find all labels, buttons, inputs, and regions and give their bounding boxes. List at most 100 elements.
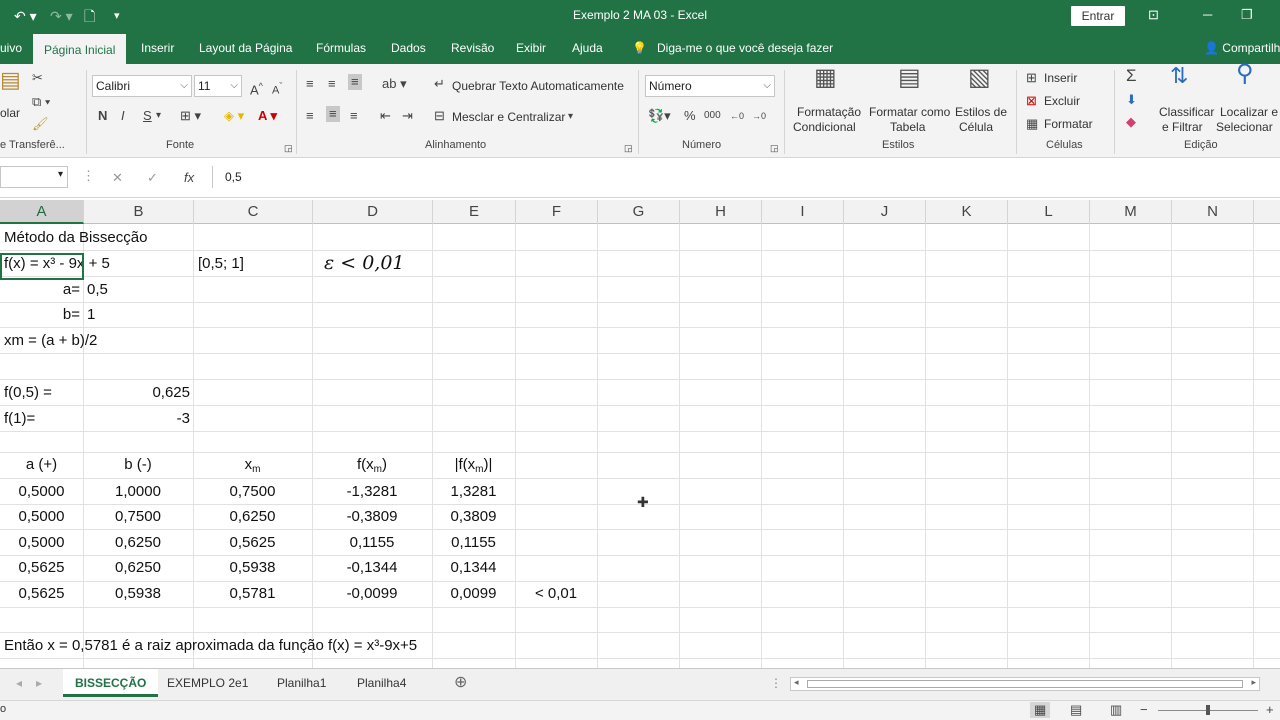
number-format-select[interactable]: Número ⌵ bbox=[645, 75, 775, 97]
percent-button[interactable]: % bbox=[684, 108, 696, 124]
delete-cells-button[interactable]: Excluir bbox=[1044, 94, 1080, 108]
tab-file[interactable]: uivo bbox=[0, 32, 22, 64]
scroll-right-icon[interactable]: ▸ bbox=[1251, 677, 1256, 688]
table-cell[interactable]: 0,5000 bbox=[0, 479, 83, 505]
borders-icon[interactable]: ⊞ ▾ bbox=[180, 108, 201, 124]
scrollbar-thumb[interactable] bbox=[807, 680, 1243, 688]
table-cell[interactable]: 0,6250 bbox=[193, 504, 312, 530]
cancel-icon[interactable]: ✕ bbox=[112, 170, 123, 186]
sheet-tab-planilha4[interactable]: Planilha4 bbox=[357, 669, 406, 697]
zoom-out-icon[interactable]: − bbox=[1140, 702, 1148, 718]
table-cell[interactable]: 0,7500 bbox=[193, 479, 312, 505]
cell-a7[interactable]: f(0,5) = bbox=[4, 380, 52, 406]
cell-b7[interactable]: 0,625 bbox=[87, 380, 190, 406]
table-cell[interactable]: -0,3809 bbox=[312, 504, 432, 530]
table-cell[interactable]: -0,0099 bbox=[312, 581, 432, 607]
cell-b4[interactable]: 1 bbox=[87, 302, 95, 328]
column-header-l[interactable]: L bbox=[1008, 200, 1090, 224]
scroll-sheets-left-icon[interactable]: ◂ bbox=[16, 669, 22, 697]
table-cell[interactable]: 0,1344 bbox=[432, 555, 515, 581]
decrease-decimal-icon[interactable]: →0 bbox=[752, 108, 766, 124]
align-bottom-icon[interactable]: ≡ bbox=[348, 74, 362, 90]
align-right-icon[interactable]: ≡ bbox=[350, 108, 358, 124]
zoom-slider-thumb[interactable] bbox=[1206, 705, 1210, 715]
header-fxm[interactable]: f(xm) bbox=[312, 452, 432, 478]
align-left-icon[interactable]: ≡ bbox=[306, 108, 314, 124]
sheet-tab-exemplo-2e1[interactable]: EXEMPLO 2e1 bbox=[167, 669, 248, 697]
column-header-n[interactable]: N bbox=[1172, 200, 1254, 224]
tab-formulas[interactable]: Fórmulas bbox=[316, 32, 366, 64]
column-header-i[interactable]: I bbox=[762, 200, 844, 224]
column-header-j[interactable]: J bbox=[844, 200, 926, 224]
merge-dropdown-icon[interactable]: ▾ bbox=[568, 109, 573, 125]
table-cell[interactable]: 0,5781 bbox=[193, 581, 312, 607]
scroll-left-icon[interactable]: ◂ bbox=[794, 677, 799, 688]
name-box[interactable]: ▾ bbox=[0, 166, 68, 188]
sign-in-button[interactable]: Entrar bbox=[1071, 6, 1125, 26]
insert-cells-button[interactable]: Inserir bbox=[1044, 71, 1077, 85]
orientation-icon[interactable]: ab ▾ bbox=[382, 76, 407, 92]
tab-home[interactable]: Página Inicial bbox=[33, 32, 127, 64]
align-center-icon[interactable]: ≡ bbox=[326, 106, 340, 122]
find-select-label[interactable]: Localizar e bbox=[1220, 105, 1278, 119]
tab-page-layout[interactable]: Layout da Página bbox=[199, 32, 292, 64]
number-dialog-launcher-icon[interactable]: ◲ bbox=[770, 140, 779, 156]
currency-icon[interactable]: 💱▾ bbox=[648, 108, 671, 124]
cell-c2[interactable]: [0,5; 1] bbox=[198, 251, 244, 277]
increase-decimal-icon[interactable]: ←0 bbox=[730, 108, 744, 124]
column-header-e[interactable]: E bbox=[433, 200, 516, 224]
cell-a5[interactable]: xm = (a + b)/2 bbox=[4, 328, 97, 354]
zoom-in-icon[interactable]: + bbox=[1266, 702, 1274, 718]
cell-b8[interactable]: -3 bbox=[87, 406, 190, 432]
font-dialog-launcher-icon[interactable]: ◲ bbox=[284, 140, 293, 156]
cell-d2-equation[interactable]: ε < 0,01 bbox=[324, 250, 405, 276]
cell-a3[interactable]: a= bbox=[4, 277, 80, 303]
cell-b3[interactable]: 0,5 bbox=[87, 277, 108, 303]
tab-review[interactable]: Revisão bbox=[451, 32, 494, 64]
table-cell[interactable]: 0,5625 bbox=[0, 581, 83, 607]
tab-split-handle[interactable]: ⋮ bbox=[770, 669, 782, 697]
merge-center-button[interactable]: Mesclar e Centralizar bbox=[452, 110, 565, 124]
format-cells-button[interactable]: Formatar bbox=[1044, 117, 1093, 131]
column-header-m[interactable]: M bbox=[1090, 200, 1172, 224]
align-middle-icon[interactable]: ≡ bbox=[328, 76, 336, 92]
cell-a8[interactable]: f(1)= bbox=[4, 406, 35, 432]
minimize-icon[interactable]: ─ bbox=[1203, 7, 1212, 22]
table-cell[interactable]: 0,3809 bbox=[432, 504, 515, 530]
format-painter-icon[interactable]: 🖌 bbox=[32, 116, 49, 132]
align-top-icon[interactable]: ≡ bbox=[306, 76, 314, 92]
table-cell[interactable]: 0,5625 bbox=[193, 530, 312, 556]
sort-filter-label[interactable]: Classificar bbox=[1159, 105, 1214, 119]
underline-button[interactable]: S bbox=[143, 108, 152, 124]
insert-function-icon[interactable]: fx bbox=[184, 170, 194, 186]
sheet-tab-planilha1[interactable]: Planilha1 bbox=[277, 669, 326, 697]
conditional-formatting-label[interactable]: Formatação bbox=[797, 105, 861, 119]
normal-view-icon[interactable]: ▦ bbox=[1030, 702, 1051, 718]
cut-icon[interactable]: ✂ bbox=[32, 70, 43, 86]
table-cell[interactable]: 0,5000 bbox=[0, 530, 83, 556]
column-header-c[interactable]: C bbox=[194, 200, 313, 224]
header-b[interactable]: b (-) bbox=[83, 452, 193, 478]
format-as-table-label[interactable]: Formatar como bbox=[869, 105, 950, 119]
paste-icon[interactable]: ▤ bbox=[0, 69, 21, 91]
restore-icon[interactable]: ❐ bbox=[1241, 7, 1253, 23]
insert-cells-icon[interactable]: ⊞ bbox=[1026, 70, 1037, 86]
increase-indent-icon[interactable]: ⇥ bbox=[402, 108, 413, 124]
ribbon-display-icon[interactable]: ⊡ bbox=[1148, 7, 1159, 23]
table-cell[interactable]: 0,1155 bbox=[432, 530, 515, 556]
font-size-select[interactable]: 11 ⌵ bbox=[194, 75, 242, 97]
table-cell[interactable]: 0,1155 bbox=[312, 530, 432, 556]
enter-icon[interactable]: ✓ bbox=[147, 170, 158, 186]
tell-me-search[interactable]: Diga-me o que você deseja fazer bbox=[657, 32, 833, 64]
sort-filter-icon[interactable]: ⇅ bbox=[1170, 65, 1188, 87]
column-header-d[interactable]: D bbox=[313, 200, 433, 224]
scroll-sheets-right-icon[interactable]: ▸ bbox=[36, 669, 42, 697]
cell-a1[interactable]: Método da Bissecção bbox=[4, 225, 147, 251]
decrease-font-icon[interactable]: Aˇ bbox=[272, 78, 282, 99]
wrap-text-button[interactable]: Quebrar Texto Automaticamente bbox=[452, 79, 624, 93]
column-header-g[interactable]: G bbox=[598, 200, 680, 224]
table-cell[interactable]: -1,3281 bbox=[312, 479, 432, 505]
header-xm[interactable]: xm bbox=[193, 452, 312, 478]
column-header-h[interactable]: H bbox=[680, 200, 762, 224]
fill-icon[interactable]: ⬇ bbox=[1126, 92, 1137, 108]
